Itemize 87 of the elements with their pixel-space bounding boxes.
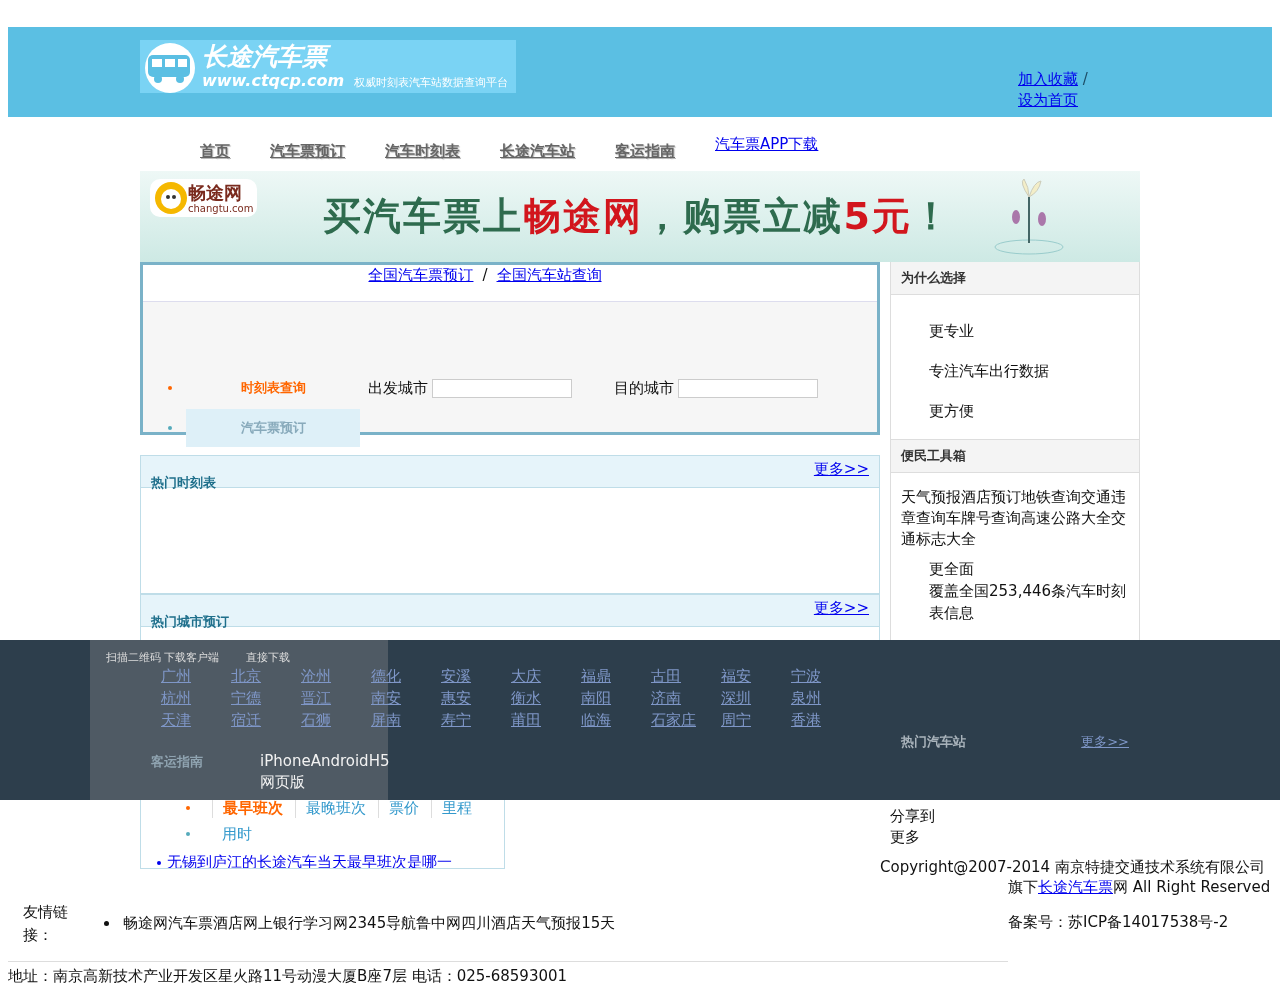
search-tab[interactable]: 时刻表查询 (186, 369, 360, 407)
feature-text: 更方便 (929, 401, 975, 422)
icp-text: 备案号：苏ICP备14017538号-2 (1008, 913, 1230, 932)
city-link[interactable]: 杭州 (161, 687, 231, 709)
bullet-icon (186, 832, 190, 836)
city-link[interactable]: 泉州 (791, 687, 861, 709)
city-link[interactable]: 德化 (371, 665, 441, 687)
logo-url: www.ctqcp.com (202, 71, 345, 90)
city-link[interactable]: 衡水 (511, 687, 581, 709)
address-text: 地址：南京高新技术产业开发区星火路11号动漫大厦B座7层 电话：025-68593001 (8, 961, 1008, 986)
city-link[interactable]: 深圳 (721, 687, 791, 709)
brand-url: changtu.com (188, 202, 254, 214)
direct-download-link[interactable]: 直接下载 (245, 650, 290, 665)
bullet-icon (104, 921, 109, 926)
city-link[interactable]: 古田 (651, 665, 721, 687)
tool-links[interactable]: 天气预报酒店预订地铁查询交通违章查询车牌号查询高速公路大全交通标志大全 (891, 473, 1139, 550)
web-version-link[interactable]: 网页版 (260, 772, 410, 793)
logo-slogan: 权威时刻表汽车站数据查询平台 (354, 75, 509, 90)
bullet-icon (157, 860, 161, 865)
city-link[interactable]: 惠安 (441, 687, 511, 709)
field-label: 出发城市 (368, 378, 428, 398)
guide-tab[interactable]: 用时 (212, 824, 264, 844)
search-link[interactable]: 全国汽车站查询 (496, 266, 602, 284)
city-link[interactable]: 石狮 (301, 709, 371, 731)
friends-label: 友情链接： (23, 902, 69, 946)
city-link[interactable]: 大庆 (511, 665, 581, 687)
nav-tab[interactable]: 汽车时刻表 (385, 142, 460, 161)
more-link[interactable]: 更多>> (1081, 733, 1129, 751)
feature-text: 更专业 (929, 321, 975, 342)
bullet-icon (186, 806, 190, 810)
city-link[interactable]: 香港 (791, 709, 861, 731)
city-link[interactable]: 周宁 (721, 709, 791, 731)
friend-links[interactable]: 畅途网汽车票酒店网上银行学习网2345导航鲁中网四川酒店天气预报15天 (123, 914, 616, 933)
city-input-field[interactable] (678, 378, 818, 398)
city-link[interactable]: 寿宁 (441, 709, 511, 731)
app-download-link[interactable]: 汽车票APP下载 (715, 135, 819, 154)
brand-name: 畅途网 (188, 182, 243, 203)
city-link[interactable]: 广州 (161, 665, 231, 687)
logo-title: 长途汽车票 (202, 43, 509, 71)
feature-text: 专注汽车出行数据 (929, 361, 1050, 382)
nav-tab[interactable]: 首页 (200, 142, 230, 161)
panel-title: 客运指南 (151, 753, 203, 766)
nav-tab[interactable]: 汽车票预订 (270, 142, 345, 161)
nav-tab[interactable]: 客运指南 (615, 142, 675, 161)
city-link[interactable]: 天津 (161, 709, 231, 731)
city-link[interactable]: 福安 (721, 665, 791, 687)
city-link[interactable]: 晋江 (301, 687, 371, 709)
city-link[interactable]: 沧州 (301, 665, 371, 687)
more-link[interactable]: 更多>> (813, 599, 869, 626)
search-tab[interactable]: 汽车票预订 (186, 409, 360, 447)
city-link[interactable]: 宁波 (791, 665, 861, 687)
city-link[interactable]: 北京 (231, 665, 301, 687)
city-link[interactable]: 南安 (371, 687, 441, 709)
header-link[interactable]: 加入收藏 (1018, 69, 1078, 90)
search-link[interactable]: 全国汽车票预订 (368, 266, 474, 284)
city-link[interactable]: 临海 (581, 709, 651, 731)
bullet-icon (168, 386, 172, 390)
city-link[interactable]: 福鼎 (581, 665, 651, 687)
city-link[interactable]: 济南 (651, 687, 721, 709)
feature-text: 覆盖全国253,446条汽车时刻表信息 (929, 581, 1128, 624)
city-link[interactable]: 莆田 (511, 709, 581, 731)
city-link[interactable]: 宿迁 (231, 709, 301, 731)
city-link[interactable]: 安溪 (441, 665, 511, 687)
copyright-text: Copyright@2007-2014 南京特捷交通技术系统有限公司旗下长途汽车票网 All Right Reserved (880, 857, 1272, 897)
sidebar-title: 热门汽车站 (901, 733, 966, 751)
more-link[interactable]: 更多>> (813, 460, 869, 487)
scan-text: 扫描二维码 下载客户端 (106, 650, 220, 665)
sidebar-title: 为什么选择 (891, 262, 1139, 295)
separator: / (482, 266, 488, 284)
city-link[interactable]: 石家庄 (651, 709, 721, 731)
bus-icon (142, 40, 198, 93)
copyright-link[interactable]: 长途汽车票 (1038, 878, 1113, 896)
header-link[interactable]: 设为首页 (1018, 90, 1078, 111)
separator: / (1081, 70, 1088, 88)
city-input-field[interactable] (432, 378, 572, 398)
nav-tab[interactable]: 长途汽车站 (500, 142, 575, 161)
share-link[interactable]: 更多 (890, 827, 1140, 848)
platform-links[interactable]: iPhoneAndroidH5 (260, 751, 410, 772)
share-link[interactable]: 分享到 (890, 806, 1140, 827)
city-link[interactable]: 屏南 (371, 709, 441, 731)
city-link[interactable]: 宁德 (231, 687, 301, 709)
banner-headline: 买汽车票上畅途网，购票立减5元！ (323, 193, 952, 240)
sidebar-title: 便民工具箱 (891, 440, 1139, 473)
bullet-icon (168, 426, 172, 430)
field-label: 目的城市 (614, 378, 674, 398)
feature-text: 更全面 (929, 559, 975, 580)
city-link[interactable]: 南阳 (581, 687, 651, 709)
